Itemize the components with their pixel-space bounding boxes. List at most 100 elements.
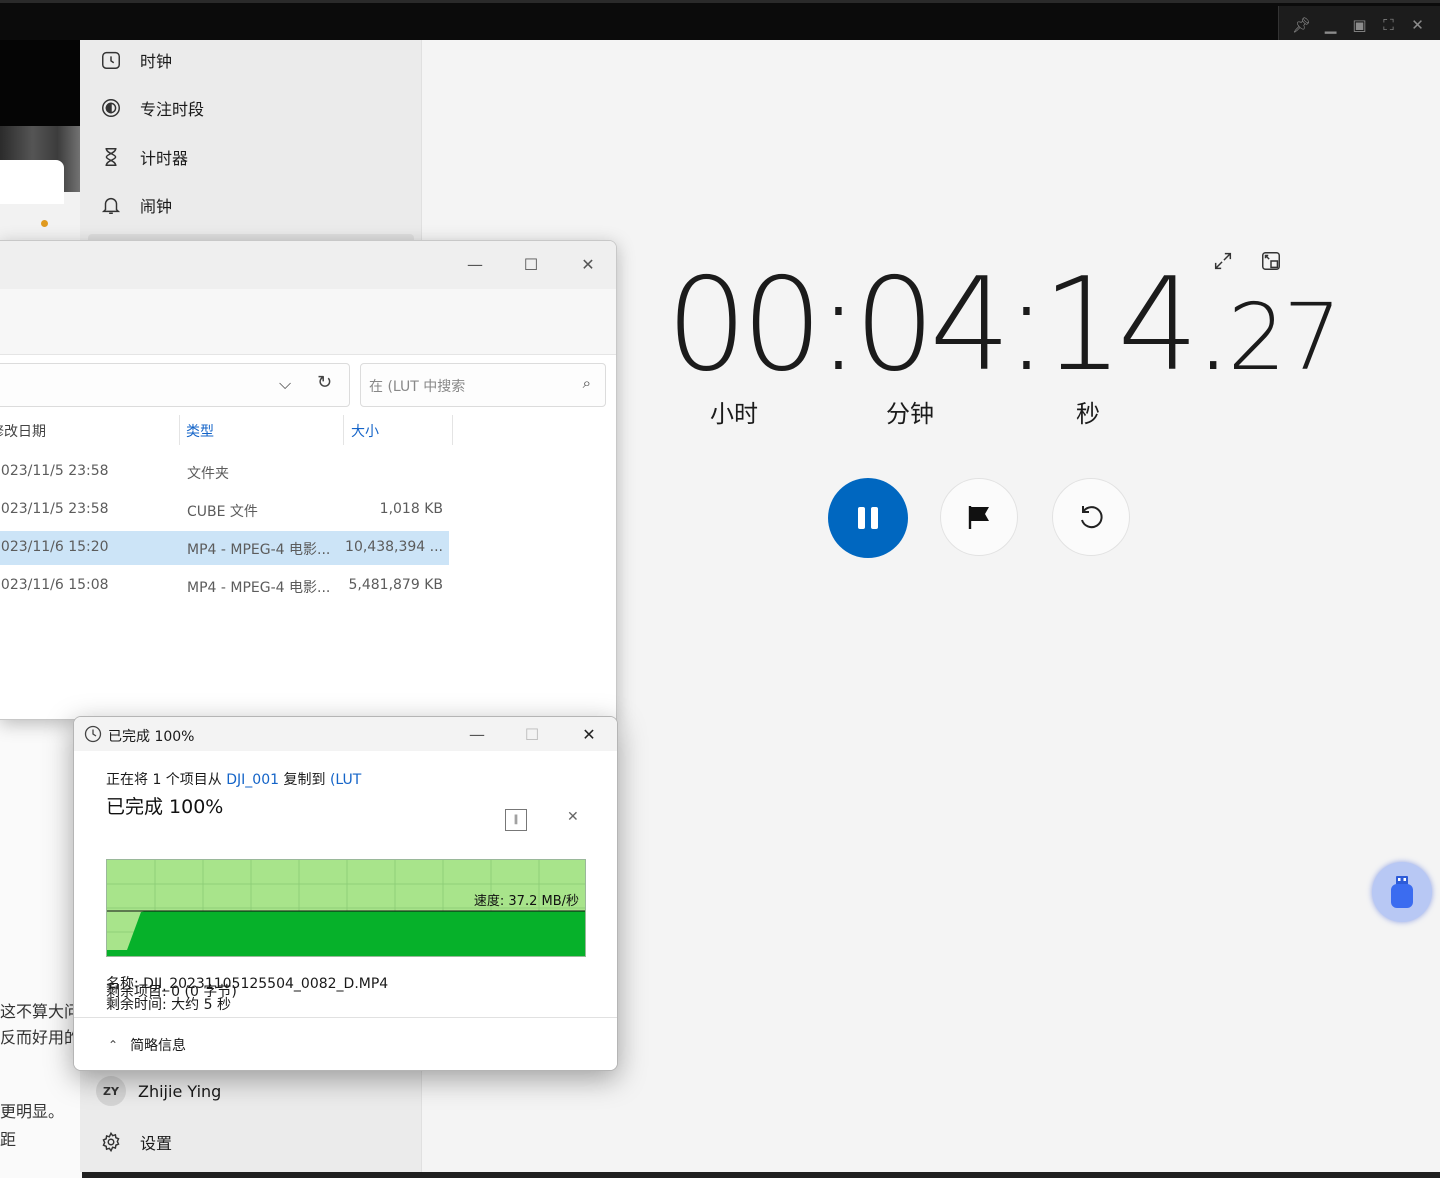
background-dark-area — [0, 40, 82, 126]
chevron-down-icon[interactable]: ⌵ — [279, 374, 291, 394]
dialog-title-bar: 已完成 100% — ☐ ✕ — [74, 717, 617, 751]
nav-label: 专注时段 — [140, 100, 205, 119]
window-controls: 📌︎ ▁ ▣ ⛶ ✕ — [1278, 6, 1440, 43]
transfer-speed: 速度: 37.2 MB/秒 — [473, 894, 579, 909]
row-date: 2023/11/6 15:08 — [0, 577, 109, 593]
nav-item-clock[interactable]: 时钟 — [98, 40, 172, 80]
nav-label: 时钟 — [140, 52, 173, 71]
row-date: 2023/11/5 23:58 — [0, 463, 109, 479]
row-type: CUBE 文件 — [187, 504, 258, 520]
pin-icon[interactable]: 📌︎ — [1291, 16, 1313, 34]
copy-line-prefix: 正在将 1 个项目从 — [106, 772, 222, 788]
column-divider[interactable] — [452, 415, 453, 445]
gear-icon — [98, 1129, 124, 1155]
stopwatch-minutes: 04 — [854, 251, 1011, 400]
reset-icon — [1081, 506, 1103, 529]
column-divider[interactable] — [343, 415, 344, 445]
row-date: 2023/11/5 23:58 — [0, 501, 109, 517]
row-type: MP4 - MPEG-4 电影... — [187, 542, 331, 558]
progress-heading: 已完成 100% — [106, 796, 224, 818]
stopwatch-seconds: 14 — [1042, 251, 1199, 400]
maximize-icon[interactable]: ▣ — [1349, 16, 1371, 34]
close-button[interactable]: ✕ — [573, 249, 603, 279]
refresh-icon[interactable]: ↻ — [317, 372, 332, 393]
background-text-line: 反而好用的 — [0, 1028, 81, 1047]
clock-icon — [84, 725, 102, 743]
maximize-button[interactable]: ☐ — [516, 249, 546, 279]
pause-icon — [858, 507, 878, 529]
fullscreen-icon[interactable]: ⛶ — [1378, 16, 1400, 34]
column-divider[interactable] — [179, 415, 180, 445]
table-row-selected[interactable]: 2023/11/6 15:20 MP4 - MPEG-4 电影... 10,43… — [0, 531, 449, 565]
row-size: 10,438,394 ... — [345, 539, 443, 555]
avatar: ZY — [96, 1076, 126, 1106]
background-text-line: 这不算大问 — [0, 1002, 81, 1021]
remaining-items: 剩余项目: 0 (0 字节) — [106, 984, 237, 1000]
close-icon[interactable]: ✕ — [1407, 16, 1429, 34]
dialog-body: 正在将 1 个项目从 DJI_001 复制到 (LUT 已完成 100% ‖ ✕… — [74, 751, 617, 1017]
fewer-details-toggle[interactable]: ⌃ 简略信息 — [108, 1035, 186, 1055]
maximize-button: ☐ — [524, 724, 540, 744]
usb-drive-icon — [1391, 876, 1413, 908]
unit-minutes: 分钟 — [886, 400, 934, 428]
chevron-up-icon: ⌃ — [108, 1038, 119, 1052]
column-header-type[interactable]: 类型 — [186, 421, 214, 445]
focus-icon — [98, 95, 124, 121]
nav-label: 设置 — [140, 1134, 173, 1153]
row-type: 文件夹 — [187, 466, 229, 482]
top-title-bar: 📌︎ ▁ ▣ ⛶ ✕ — [0, 0, 1440, 43]
dialog-title: 已完成 100% — [108, 729, 195, 745]
background-text-line: 更明显。 — [0, 1102, 65, 1121]
pause-button[interactable] — [828, 478, 908, 558]
nav-item-settings[interactable]: 设置 — [98, 1122, 172, 1162]
row-size: 5,481,879 KB — [348, 577, 444, 593]
row-type: MP4 - MPEG-4 电影... — [187, 580, 331, 596]
user-account[interactable]: ZY Zhijie Ying — [96, 1071, 222, 1111]
usb-device-button[interactable] — [1372, 862, 1432, 922]
nav-item-focus[interactable]: 专注时段 — [98, 88, 204, 128]
unit-hours: 小时 — [710, 400, 758, 428]
explorer-title-bar: — ☐ ✕ — [0, 241, 616, 289]
unit-seconds: 秒 — [1076, 400, 1100, 428]
file-explorer-window: — ☐ ✕ ⌵ ↻ 在 (LUT 中搜索 ⌕ 修改日期 类型 大小 2023/1… — [0, 240, 617, 720]
row-size: 1,018 KB — [379, 501, 443, 517]
minimize-button[interactable]: — — [460, 249, 490, 279]
copy-progress-dialog: 已完成 100% — ☐ ✕ 正在将 1 个项目从 DJI_001 复制到 (L… — [73, 716, 618, 1071]
column-header-size[interactable]: 大小 — [351, 421, 379, 445]
copy-line-mid: 复制到 — [283, 772, 326, 788]
column-header-date[interactable]: 修改日期 — [0, 421, 46, 445]
bell-icon — [98, 192, 124, 218]
table-row[interactable]: 2023/11/5 23:58 文件夹 — [0, 455, 449, 489]
minimize-button[interactable]: — — [462, 719, 492, 749]
source-link[interactable]: DJI_001 — [226, 772, 279, 788]
stopwatch-centiseconds: 27 — [1227, 284, 1342, 391]
dialog-footer: ⌃ 简略信息 — [74, 1017, 617, 1070]
background-text-line: 距 — [0, 1130, 17, 1149]
pause-copy-button[interactable]: ‖ — [505, 809, 527, 831]
transfer-speed-graph: 速度: 37.2 MB/秒 — [106, 859, 586, 957]
explorer-toolbar — [0, 289, 616, 355]
stopwatch-hours: 00 — [666, 251, 823, 400]
flag-icon — [968, 506, 989, 529]
lap-button[interactable] — [940, 478, 1018, 556]
copy-description: 正在将 1 个项目从 DJI_001 复制到 (LUT — [106, 769, 361, 789]
destination-link[interactable]: (LUT — [330, 772, 361, 788]
browser-tab[interactable] — [0, 160, 64, 204]
reset-button[interactable] — [1052, 478, 1130, 556]
nav-item-alarm[interactable]: 闹钟 — [98, 185, 172, 225]
close-button[interactable]: ✕ — [574, 719, 604, 749]
tab-indicator-dot — [41, 220, 48, 227]
cancel-copy-button[interactable]: ✕ — [567, 809, 579, 825]
minimize-icon[interactable]: ▁ — [1320, 16, 1342, 34]
nav-item-timer[interactable]: 计时器 — [98, 137, 188, 177]
table-row[interactable]: 2023/11/5 23:58 CUBE 文件 1,018 KB — [0, 493, 449, 527]
details-toggle-label: 简略信息 — [130, 1038, 187, 1054]
search-input[interactable]: 在 (LUT 中搜索 ⌕ — [360, 363, 606, 407]
clock-icon — [98, 47, 124, 73]
nav-label: 闹钟 — [140, 197, 173, 216]
user-name: Zhijie Ying — [138, 1081, 222, 1101]
nav-label: 计时器 — [140, 149, 189, 168]
address-bar[interactable]: ⌵ ↻ — [0, 363, 350, 407]
hourglass-icon — [98, 144, 124, 170]
table-row[interactable]: 2023/11/6 15:08 MP4 - MPEG-4 电影... 5,481… — [0, 569, 449, 603]
